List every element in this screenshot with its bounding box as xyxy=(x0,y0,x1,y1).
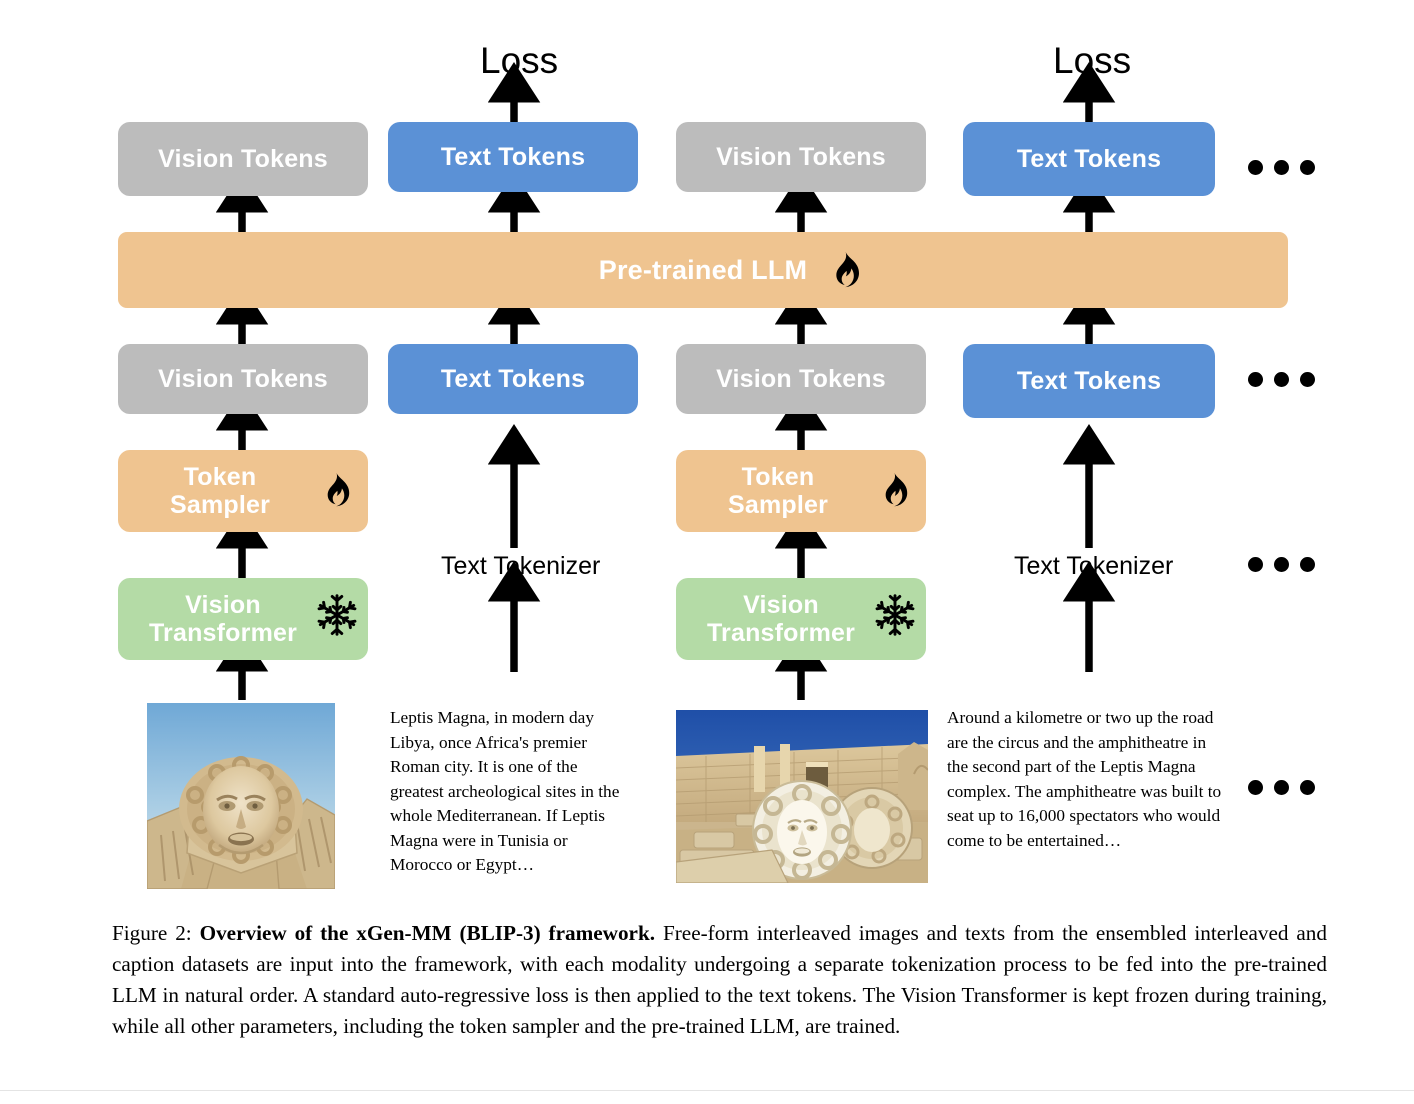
figure-caption: Figure 2: Overview of the xGen-MM (BLIP-… xyxy=(112,918,1327,1042)
vision-transformer-1[interactable]: Vision Transformer xyxy=(118,578,368,660)
top-vision-tokens-1[interactable]: Vision Tokens xyxy=(118,122,368,196)
pre-trained-llm-block[interactable]: Pre-trained LLM xyxy=(118,232,1288,308)
token-sampler-2[interactable]: Token Sampler xyxy=(676,450,926,532)
bottom-text-tokens-2[interactable]: Text Tokens xyxy=(963,344,1215,418)
bottom-text-tokens-1[interactable]: Text Tokens xyxy=(388,344,638,414)
top-text-tokens-1[interactable]: Text Tokens xyxy=(388,122,638,192)
page-bottom-rule xyxy=(0,1090,1414,1091)
token-sampler-1[interactable]: Token Sampler xyxy=(118,450,368,532)
flame-icon xyxy=(872,466,912,514)
pre-trained-llm-label: Pre-trained LLM xyxy=(598,254,808,285)
top-text-tokens-2[interactable]: Text Tokens xyxy=(963,122,1215,196)
snowflake-icon xyxy=(872,592,918,638)
token-sampler-2-line2: Sampler xyxy=(727,491,829,519)
vision-transformer-2-line2: Transformer xyxy=(706,619,856,647)
vision-transformer-1-line2: Transformer xyxy=(148,619,298,647)
snowflake-icon xyxy=(314,592,360,638)
input-text-1: Leptis Magna, in modern day Libya, once … xyxy=(390,708,620,875)
bottom-text-tokens-1-label: Text Tokens xyxy=(440,365,586,393)
input-image-2 xyxy=(676,710,928,883)
vision-transformer-2[interactable]: Vision Transformer xyxy=(676,578,926,660)
token-sampler-1-line1: Token xyxy=(183,463,257,491)
bottom-vision-tokens-1[interactable]: Vision Tokens xyxy=(118,344,368,414)
input-row-ellipsis xyxy=(1248,780,1315,795)
token-sampler-2-line1: Token xyxy=(741,463,815,491)
caption-title: Overview of the xGen-MM (BLIP-3) framewo… xyxy=(199,921,656,945)
loss-label-1: Loss xyxy=(480,40,559,81)
top-vision-tokens-2[interactable]: Vision Tokens xyxy=(676,122,926,192)
top-row-ellipsis xyxy=(1248,160,1315,175)
text-tokenizer-label-2: Text Tokenizer xyxy=(1014,552,1174,580)
input-text-2: Around a kilometre or two up the road ar… xyxy=(947,708,1222,850)
caption-figure-number: Figure 2: xyxy=(112,921,192,945)
flame-icon xyxy=(314,466,354,514)
top-text-tokens-2-label: Text Tokens xyxy=(1016,145,1162,173)
vision-transformer-1-line1: Vision xyxy=(185,591,261,619)
loss-label-2: Loss xyxy=(1053,40,1132,81)
bottom-text-tokens-2-label: Text Tokens xyxy=(1016,367,1162,395)
tokenizer-row-ellipsis xyxy=(1248,557,1315,572)
bottom-vision-tokens-2[interactable]: Vision Tokens xyxy=(676,344,926,414)
vision-transformer-2-line1: Vision xyxy=(743,591,819,619)
flame-icon xyxy=(821,244,865,296)
token-sampler-1-line2: Sampler xyxy=(169,491,271,519)
text-tokenizer-label-1: Text Tokenizer xyxy=(441,552,601,580)
figure-canvas: Loss Loss Vision Tokens Text Tokens Visi… xyxy=(0,0,1414,1104)
bottom-token-row-ellipsis xyxy=(1248,372,1315,387)
top-vision-tokens-2-label: Vision Tokens xyxy=(716,143,886,171)
top-vision-tokens-1-label: Vision Tokens xyxy=(158,145,328,173)
bottom-vision-tokens-2-label: Vision Tokens xyxy=(716,365,886,393)
input-image-1 xyxy=(147,703,335,889)
top-text-tokens-1-label: Text Tokens xyxy=(440,143,586,171)
bottom-vision-tokens-1-label: Vision Tokens xyxy=(158,365,328,393)
